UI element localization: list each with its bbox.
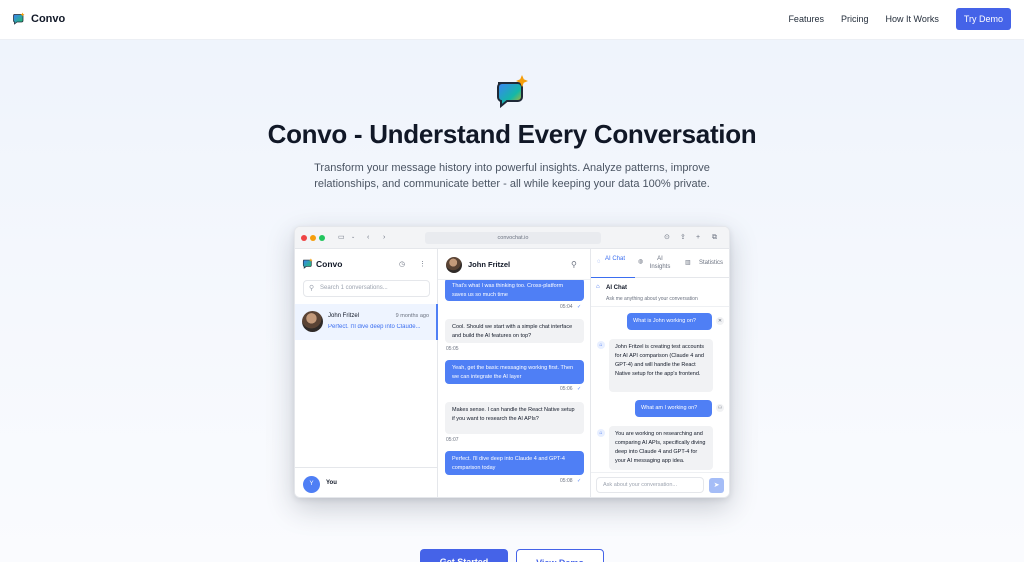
read-check-icon: ✓ [577,304,582,310]
history-icon[interactable]: ◷ [399,260,405,269]
read-check-icon: ✓ [577,386,582,392]
back-arrow-icon: ‹ [367,234,370,241]
convo-logo-icon [302,258,313,269]
conversation-name: John Fritzel [328,313,360,319]
conversation-sidebar: Convo ◷ ⋮ ⚲ Search 1 conversations... Jo… [295,249,438,497]
tabs-overview-icon: ⧉ [712,234,717,241]
message-bubble-sent: Yeah, get the basic messaging working fi… [445,360,584,384]
robot-icon: ⌂ [597,429,605,437]
lightbulb-icon: ◍ [638,259,644,265]
chevron-down-icon: ⌄ [351,234,356,240]
address-bar: convochat.io [425,232,601,244]
tab-statistics-label: Statistics [698,260,723,266]
avatar [302,311,323,332]
view-demo-button[interactable]: View Demo [516,549,604,562]
ai-answer-bubble: John Fritzel is creating test accounts f… [609,339,713,392]
user-icon: ✕ [716,317,724,325]
divider [591,472,729,473]
user-icon: ⚇ [716,404,724,412]
ai-chat-input[interactable]: Ask about your conversation... [596,477,704,493]
ai-panel: ◌ AI Chat ◍ AI Insights ▥ Statistics ⌂ A… [591,249,729,497]
message-bubble-sent: That's what I was thinking too. Cross-pl… [445,278,584,301]
nav-links: Features Pricing How It Works Try Demo [788,8,1011,30]
new-tab-icon: + [696,234,701,241]
brand-logo-link[interactable]: Convo [12,12,65,25]
window-minimize-dot [310,235,316,241]
conversation-preview: Perfect. I'll dive deep into Claude... [328,324,421,330]
robot-icon: ⌂ [597,341,605,349]
more-options-icon[interactable]: ⋮ [419,260,426,269]
download-icon: ⊙ [664,234,670,241]
share-icon: ⇪ [680,234,686,241]
window-close-dot [301,235,307,241]
ai-question-bubble: What am I working on? [635,400,712,417]
message-time: 05:07 [446,437,459,443]
chat-thread: John Fritzel ⚲ That's what I was thinkin… [438,249,591,497]
ai-chat-heading: AI Chat [606,285,627,291]
message-time: 05:04 [560,304,573,310]
tab-statistics[interactable]: ▥ Statistics [679,249,729,278]
ai-answer-bubble: You are working on researching and compa… [609,426,713,470]
tab-ai-insights[interactable]: ◍ AI Insights [635,249,679,278]
message-time: 05:06 [560,386,573,392]
nav-link-features[interactable]: Features [788,14,824,24]
window-maximize-dot [319,235,325,241]
read-check-icon: ✓ [577,478,582,484]
forward-arrow-icon: › [383,234,386,241]
hero-title: Convo - Understand Every Conversation [267,119,757,149]
hero-subtitle: Transform your message history into powe… [314,162,710,190]
tab-ai-insights-label: AI Insights [649,256,671,270]
conversation-time: 9 months ago [395,313,429,319]
send-icon[interactable]: ➤ [709,478,724,493]
try-demo-button[interactable]: Try Demo [955,8,1011,30]
brand-name: Convo [31,12,66,25]
tab-ai-chat-label: AI Chat [604,256,625,262]
message-time: 05:05 [446,346,459,352]
bar-chart-icon: ▥ [685,260,691,266]
ai-question-bubble: What is John working on? [627,313,712,330]
tab-ai-chat[interactable]: ◌ AI Chat [591,249,635,278]
message-bubble-sent: Perfect. I'll dive deep into Claude 4 an… [445,451,584,475]
robot-icon: ⌂ [596,284,600,290]
conversation-list-item[interactable]: John Fritzel 9 months ago Perfect. I'll … [295,304,438,340]
sidebar-toggle-icon: ▭ [338,234,345,241]
sidebar-title: Convo [316,259,343,269]
chat-contact-name: John Fritzel [468,260,511,269]
convo-logo-icon [13,12,25,25]
search-icon: ⚲ [309,285,315,292]
nav-link-how-it-works[interactable]: How It Works [885,14,938,24]
chat-header: John Fritzel ⚲ [438,249,590,280]
get-started-button[interactable]: Get Started [420,549,508,562]
ai-chat-subheading: Ask me anything about your conversation [606,296,698,302]
search-icon[interactable]: ⚲ [571,260,577,269]
hero-logo-icon [494,74,530,115]
user-avatar: Y [303,476,320,493]
top-navbar: Convo Features Pricing How It Works Try … [0,0,1024,40]
app-preview-window: ▭ ⌄ ‹ › convochat.io ⊙ ⇪ + ⧉ Convo ◷ ⋮ ⚲… [294,226,730,498]
message-bubble-received: Makes sense. I can handle the React Nati… [445,402,584,434]
browser-toolbar: ▭ ⌄ ‹ › convochat.io ⊙ ⇪ + ⧉ [295,227,729,249]
divider [591,306,729,307]
chat-bubble-icon: ◌ [597,259,601,265]
search-placeholder: Search 1 conversations... [320,285,388,291]
conversation-search-input[interactable]: ⚲ Search 1 conversations... [303,280,430,297]
user-label: You [326,480,337,486]
message-time: 05:08 [560,478,573,484]
nav-link-pricing[interactable]: Pricing [841,14,869,24]
message-bubble-received: Cool. Should we start with a simple chat… [445,319,584,343]
avatar [446,257,462,273]
current-user-row[interactable]: Y You [295,467,438,497]
